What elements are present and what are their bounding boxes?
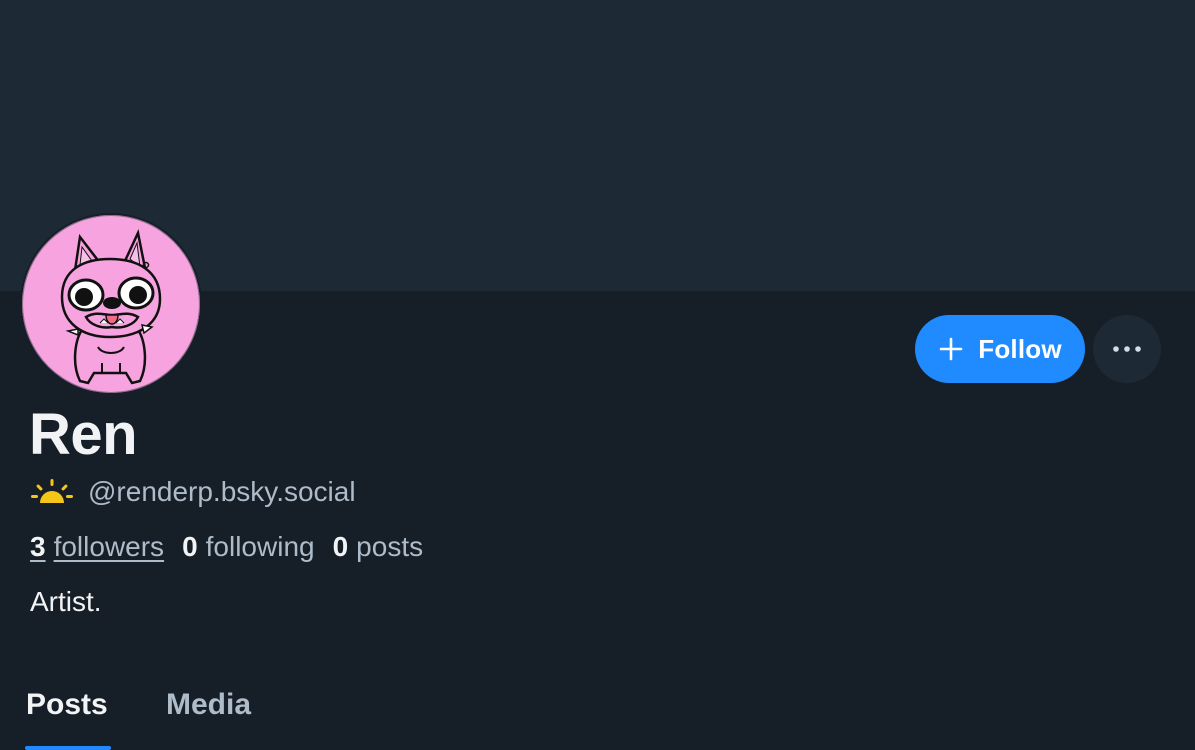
avatar[interactable]: [20, 213, 202, 395]
tab-posts[interactable]: Posts: [26, 688, 108, 722]
profile-page: Follow Ren @renderp.bsky.social 3 follow…: [0, 0, 1195, 750]
followers-count: 3: [30, 531, 46, 562]
followers-link[interactable]: 3 followers: [30, 531, 164, 563]
plus-icon: [939, 337, 963, 361]
followers-label: followers: [53, 531, 165, 562]
following-stat[interactable]: 0 following: [182, 531, 315, 563]
tab-media[interactable]: Media: [166, 688, 251, 722]
display-name: Ren: [29, 402, 138, 467]
following-label: following: [205, 531, 315, 562]
sunrise-icon: [31, 479, 73, 503]
follow-button[interactable]: Follow: [915, 315, 1085, 383]
posts-stat: 0 posts: [333, 531, 424, 563]
handle-row: @renderp.bsky.social: [30, 474, 356, 510]
profile-tabs: Posts Media: [0, 680, 1195, 750]
ellipsis-icon: [1113, 346, 1141, 352]
follow-button-label: Follow: [978, 333, 1062, 364]
following-count: 0: [182, 531, 198, 562]
profile-handle[interactable]: @renderp.bsky.social: [88, 476, 356, 508]
posts-count: 0: [332, 531, 349, 562]
posts-label: posts: [356, 531, 424, 562]
profile-stats: 3 followers 0 following 0 posts: [30, 528, 441, 566]
profile-bio: Artist.: [30, 586, 102, 617]
active-tab-indicator: [25, 746, 111, 750]
bulldog-avatar-image: [22, 215, 200, 393]
more-options-button[interactable]: [1093, 315, 1161, 383]
